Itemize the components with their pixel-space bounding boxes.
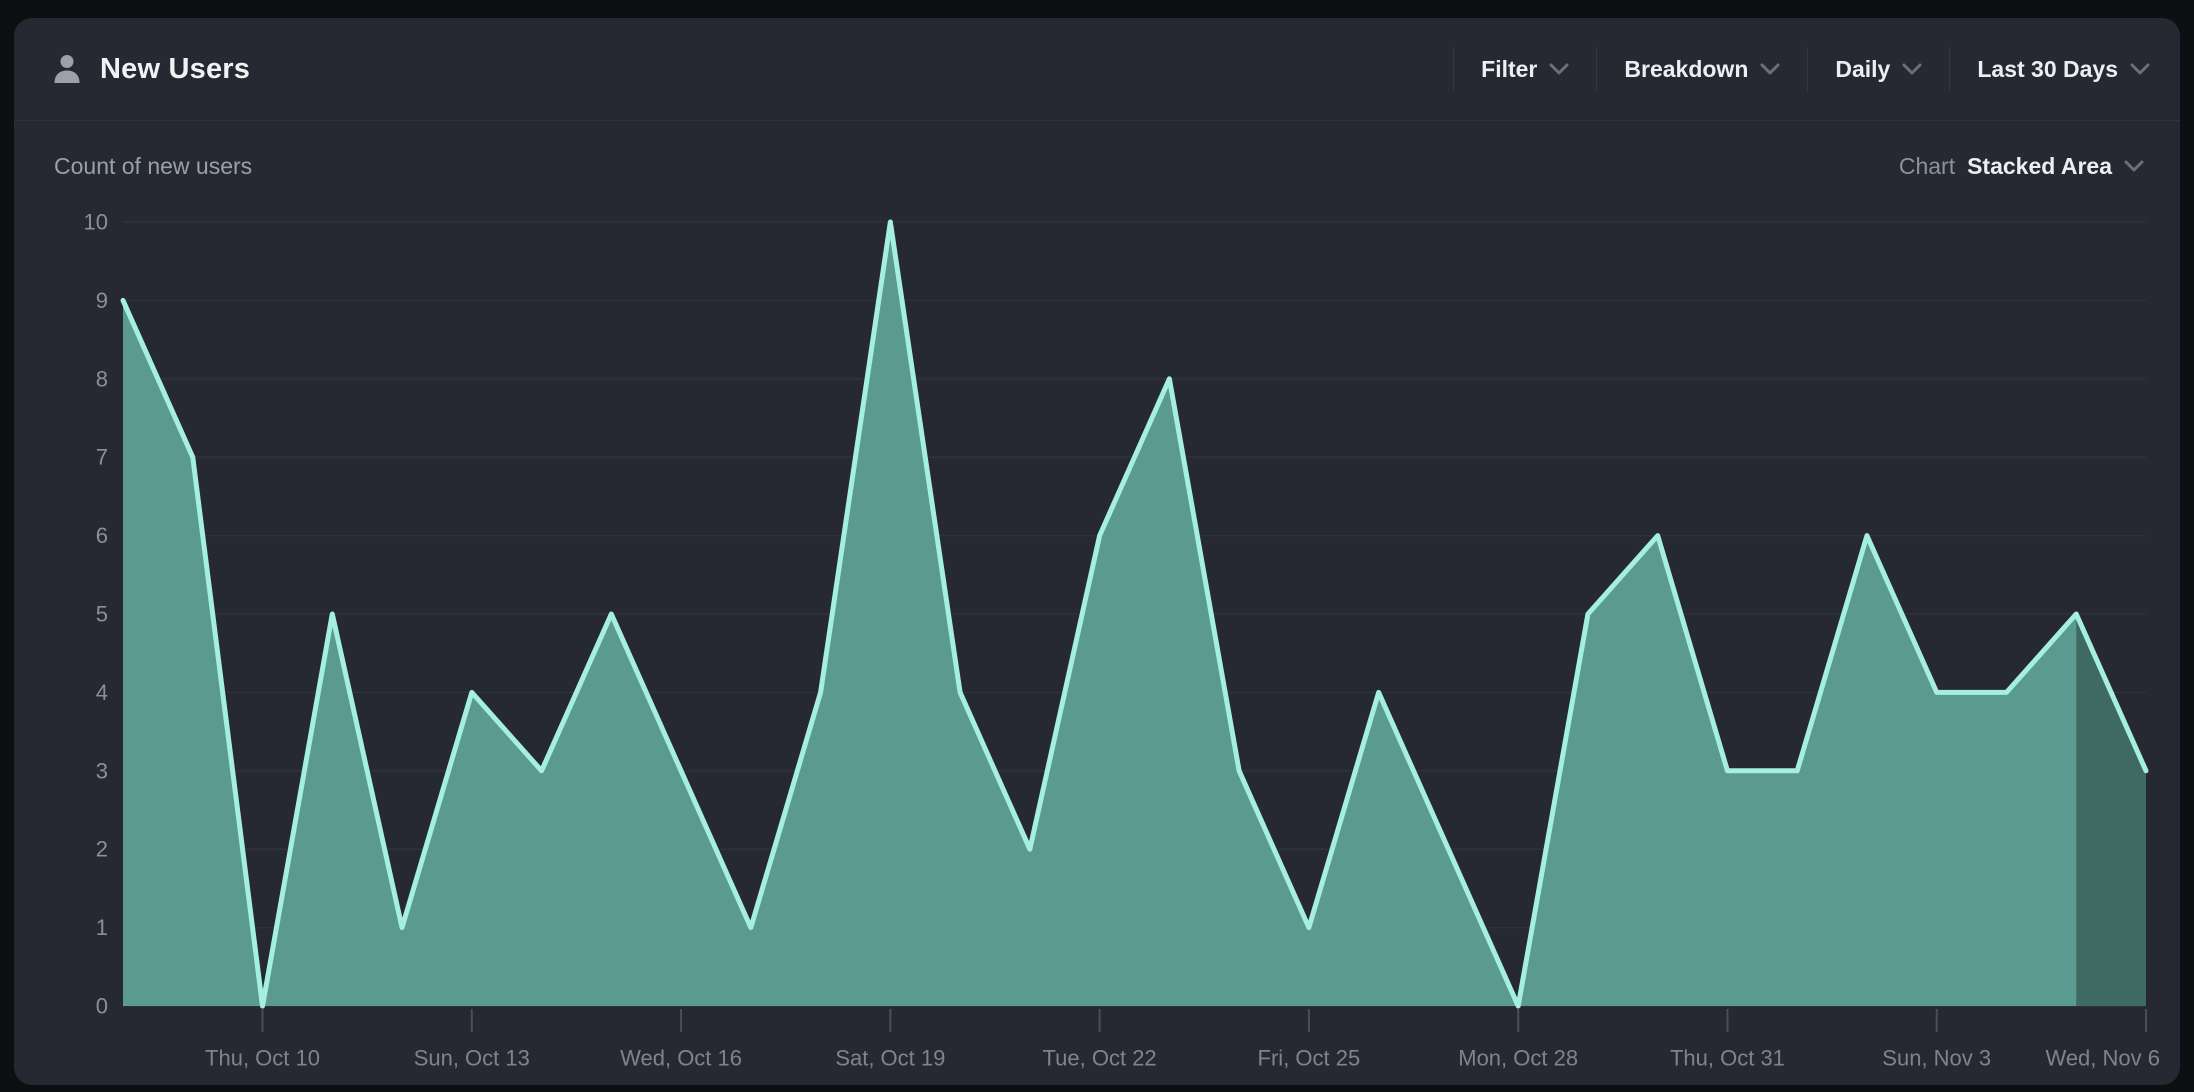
- filter-dropdown-label: Filter: [1481, 56, 1537, 83]
- x-axis-label: Mon, Oct 28: [1458, 1046, 1578, 1071]
- breakdown-dropdown-label: Breakdown: [1624, 56, 1748, 83]
- y-axis-label: 4: [96, 680, 108, 705]
- granularity-dropdown[interactable]: Daily: [1807, 47, 1949, 91]
- area-fill-current-period: [2076, 614, 2146, 1006]
- chevron-down-icon: [2130, 63, 2150, 75]
- chart-type-selector-label: Chart: [1899, 153, 1955, 180]
- y-axis-label: 6: [96, 523, 108, 548]
- page: { "header": { "title": "New Users", "con…: [0, 0, 2194, 1092]
- y-axis-label: 1: [96, 915, 108, 940]
- y-axis-label: 9: [96, 288, 108, 313]
- chevron-down-icon: [1902, 63, 1922, 75]
- page-title: New Users: [100, 53, 250, 86]
- y-axis-label: 7: [96, 445, 108, 470]
- chart-subheader: Count of new users Chart Stacked Area: [14, 121, 2180, 197]
- x-axis-label: Fri, Oct 25: [1258, 1046, 1361, 1071]
- y-axis-label: 8: [96, 366, 108, 391]
- date-range-dropdown-label: Last 30 Days: [1977, 56, 2118, 83]
- x-axis-label: Sat, Oct 19: [835, 1046, 945, 1071]
- x-axis-label: Thu, Oct 31: [1670, 1046, 1785, 1071]
- chart-type-selector[interactable]: Chart Stacked Area: [1899, 153, 2144, 180]
- user-icon: [52, 53, 82, 85]
- metric-label: Count of new users: [54, 153, 252, 180]
- x-axis-label: Wed, Nov 6: [2045, 1046, 2160, 1071]
- y-axis-label: 0: [96, 994, 108, 1019]
- chevron-down-icon: [2124, 160, 2144, 172]
- x-axis-label: Sun, Nov 3: [1882, 1046, 1991, 1071]
- granularity-dropdown-label: Daily: [1835, 56, 1890, 83]
- y-axis-label: 10: [84, 210, 108, 235]
- x-axis-label: Thu, Oct 10: [205, 1046, 320, 1071]
- chevron-down-icon: [1549, 63, 1569, 75]
- x-axis-label: Wed, Oct 16: [620, 1046, 742, 1071]
- y-axis-label: 3: [96, 758, 108, 783]
- y-axis-label: 2: [96, 837, 108, 862]
- x-axis-label: Sun, Oct 13: [414, 1046, 530, 1071]
- y-axis-label: 5: [96, 602, 108, 627]
- x-axis-label: Tue, Oct 22: [1043, 1046, 1157, 1071]
- chevron-down-icon: [1760, 63, 1780, 75]
- header-controls: Filter Breakdown Daily Last 30 Days: [1453, 47, 2170, 91]
- chart-type-selector-value: Stacked Area: [1967, 153, 2112, 180]
- date-range-dropdown[interactable]: Last 30 Days: [1949, 47, 2170, 91]
- analytics-card: New Users Filter Breakdown Daily Last 30…: [14, 18, 2180, 1085]
- breakdown-dropdown[interactable]: Breakdown: [1596, 47, 1807, 91]
- card-header-left: New Users: [52, 53, 250, 86]
- card-header: New Users Filter Breakdown Daily Last 30…: [14, 18, 2180, 121]
- filter-dropdown[interactable]: Filter: [1453, 47, 1596, 91]
